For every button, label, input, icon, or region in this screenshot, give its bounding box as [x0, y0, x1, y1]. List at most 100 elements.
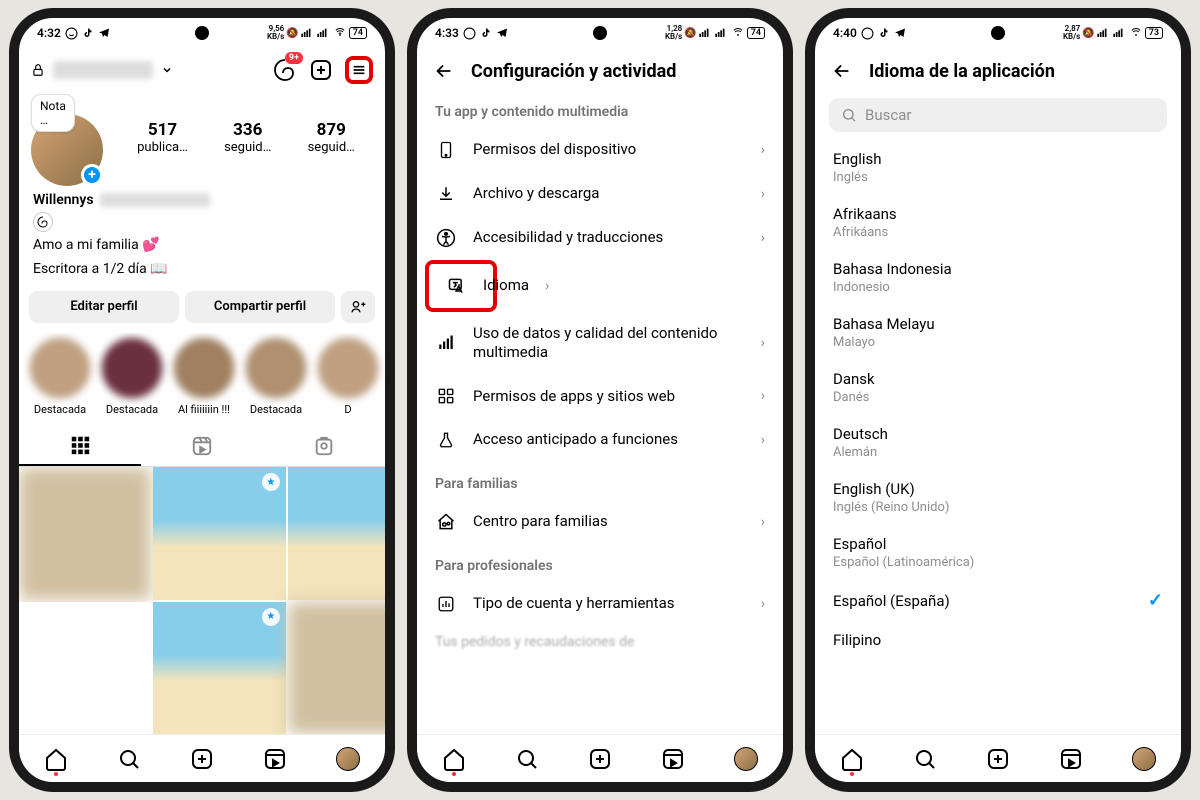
stat-posts[interactable]: 517 publica…: [137, 120, 188, 155]
status-time: 4:40: [833, 26, 857, 40]
language-option[interactable]: DeutschAlemán: [815, 415, 1181, 470]
chevron-right-icon: ›: [761, 230, 765, 246]
chevron-right-icon: ›: [761, 335, 765, 351]
wifi-icon: [1129, 27, 1143, 40]
telegram-icon: [496, 27, 508, 39]
highlight-item[interactable]: Al fiiiiiiin !!!: [173, 337, 235, 416]
language-option[interactable]: Bahasa IndonesiaIndonesio: [815, 250, 1181, 305]
threads-button[interactable]: 9+: [271, 56, 299, 84]
row-language[interactable]: Idioma ›: [425, 260, 497, 312]
profile-header: 9+: [19, 48, 385, 92]
highlight-item[interactable]: D: [317, 337, 379, 416]
threads-badge: 9+: [285, 52, 303, 64]
nav-profile[interactable]: [733, 746, 759, 772]
display-name: Willennys: [33, 192, 94, 208]
nav-search[interactable]: [514, 746, 540, 772]
tab-tagged[interactable]: [263, 426, 385, 466]
back-button[interactable]: [433, 60, 455, 82]
whatsapp-icon: [861, 27, 874, 40]
nav-reels[interactable]: [262, 746, 288, 772]
highlight-item[interactable]: Destacada: [29, 337, 91, 416]
bottom-nav: [417, 734, 783, 782]
row-early-access[interactable]: Acceso anticipado a funciones ›: [417, 418, 783, 462]
nav-create[interactable]: [587, 746, 613, 772]
chevron-down-icon[interactable]: [161, 64, 173, 76]
threads-link-badge[interactable]: [33, 212, 53, 232]
back-button[interactable]: [831, 60, 853, 82]
nav-reels[interactable]: [660, 746, 686, 772]
tab-reels[interactable]: [141, 426, 263, 466]
battery-icon: 74: [747, 27, 765, 39]
nav-search[interactable]: [912, 746, 938, 772]
note-bubble[interactable]: Nota …: [31, 94, 75, 132]
row-apps-websites[interactable]: Permisos de apps y sitios web ›: [417, 375, 783, 419]
notification-dot: [54, 772, 58, 776]
share-profile-button[interactable]: Compartir perfil: [185, 291, 335, 323]
chevron-right-icon: ›: [761, 186, 765, 202]
nav-search[interactable]: [116, 746, 142, 772]
tab-grid[interactable]: [19, 426, 141, 466]
post-thumbnail[interactable]: [19, 602, 151, 734]
language-option[interactable]: EspañolEspañol (Latinoamérica): [815, 525, 1181, 580]
create-button[interactable]: [307, 56, 335, 84]
row-account-type[interactable]: Tipo de cuenta y herramientas ›: [417, 582, 783, 626]
row-family-center[interactable]: Centro para familias ›: [417, 500, 783, 544]
post-thumbnail[interactable]: ★: [153, 602, 285, 734]
menu-button[interactable]: [345, 56, 373, 84]
highlights-row: Destacada Destacada Al fiiiiiiin !!! Des…: [19, 333, 385, 420]
nav-create[interactable]: [985, 746, 1011, 772]
stat-following[interactable]: 879 seguid…: [308, 120, 355, 155]
post-thumbnail[interactable]: ★: [153, 467, 285, 599]
nav-home[interactable]: [43, 746, 69, 772]
mute-icon: 🔕: [286, 28, 298, 39]
stat-followers[interactable]: 336 seguid…: [224, 120, 271, 155]
surname-blurred: [100, 193, 210, 207]
signal-bars-icon: [435, 334, 457, 352]
tiktok-icon: [878, 27, 890, 39]
status-bar: 4:32 9,56 KB/s 🔕: [19, 18, 385, 48]
lock-icon: [31, 63, 45, 77]
post-thumbnail[interactable]: [288, 602, 385, 734]
mute-icon: 🔕: [684, 28, 696, 39]
search-input[interactable]: Buscar: [829, 98, 1167, 132]
language-option-selected[interactable]: Español (España) ✓: [815, 580, 1181, 621]
apps-icon: [435, 387, 457, 405]
language-option[interactable]: Filipino: [815, 621, 1181, 659]
post-thumbnail[interactable]: [19, 467, 151, 599]
search-icon: [841, 107, 857, 123]
language-option[interactable]: EnglishInglés: [815, 140, 1181, 195]
nav-reels[interactable]: [1058, 746, 1084, 772]
discover-people-button[interactable]: [341, 291, 375, 323]
highlight-item[interactable]: Destacada: [101, 337, 163, 416]
download-icon: [435, 185, 457, 203]
language-option[interactable]: AfrikaansAfrikáans: [815, 195, 1181, 250]
chevron-right-icon: ›: [761, 432, 765, 448]
nav-home[interactable]: [441, 746, 467, 772]
row-archive-download[interactable]: Archivo y descarga ›: [417, 172, 783, 216]
edit-profile-button[interactable]: Editar perfil: [29, 291, 179, 323]
language-option[interactable]: DanskDanés: [815, 360, 1181, 415]
language-option[interactable]: Bahasa MelayuMalayo: [815, 305, 1181, 360]
wifi-icon: [731, 27, 745, 40]
signal-icon: [1097, 27, 1111, 40]
page-title: Configuración y actividad: [471, 61, 676, 82]
row-device-permissions[interactable]: Permisos del dispositivo ›: [417, 128, 783, 172]
nav-profile[interactable]: [1131, 746, 1157, 772]
signal-icon-2: [317, 27, 331, 40]
nav-profile[interactable]: [335, 746, 361, 772]
chevron-right-icon: ›: [761, 596, 765, 612]
flask-icon: [435, 430, 457, 450]
language-option[interactable]: English (UK)Inglés (Reino Unido): [815, 470, 1181, 525]
section-header: Tu app y contenido multimedia: [417, 90, 783, 128]
post-thumbnail[interactable]: ❐: [288, 467, 385, 599]
posts-grid: ★ ❐ ★: [19, 467, 385, 734]
nav-create[interactable]: [189, 746, 215, 772]
battery-icon: 74: [349, 27, 367, 39]
row-data-usage[interactable]: Uso de datos y calidad del contenido mul…: [417, 312, 783, 375]
highlight-item[interactable]: Destacada: [245, 337, 307, 416]
username-blurred[interactable]: [53, 61, 153, 79]
nav-home[interactable]: [839, 746, 865, 772]
row-accessibility[interactable]: Accesibilidad y traducciones ›: [417, 216, 783, 260]
add-story-icon[interactable]: +: [81, 164, 103, 186]
phone-language: 4:40 2,87KB/s 🔕 73 Idioma de la aplicaci…: [805, 8, 1191, 792]
